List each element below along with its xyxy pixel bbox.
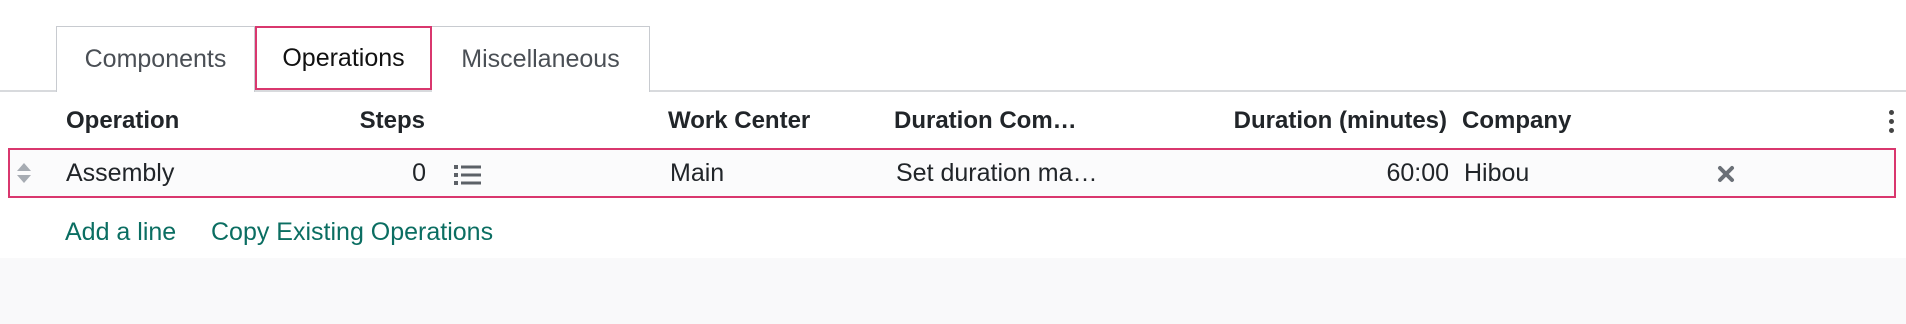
column-header-operation[interactable]: Operation <box>66 96 179 146</box>
add-line-link[interactable]: Add a line <box>65 212 176 252</box>
notebook-tabs: Components Operations Miscellaneous <box>0 0 1906 92</box>
column-header-work-center[interactable]: Work Center <box>668 96 810 146</box>
form-footer-area <box>0 258 1906 324</box>
cell-company[interactable]: Hibou <box>1464 150 1529 196</box>
tabs-divider <box>0 90 1906 92</box>
tab-components[interactable]: Components <box>56 26 255 92</box>
column-header-duration-minutes[interactable]: Duration (minutes) <box>1180 96 1447 146</box>
list-icon[interactable] <box>454 164 482 186</box>
tab-operations[interactable]: Operations <box>255 26 432 90</box>
cell-steps[interactable]: 0 <box>340 150 426 196</box>
cell-duration-computation[interactable]: Set duration ma… <box>896 150 1098 196</box>
drag-handle-icon[interactable] <box>16 162 32 184</box>
cell-duration-minutes[interactable]: 60:00 <box>1190 150 1449 196</box>
cell-work-center[interactable]: Main <box>670 150 724 196</box>
tab-miscellaneous[interactable]: Miscellaneous <box>432 26 650 92</box>
column-header-company[interactable]: Company <box>1462 96 1571 146</box>
copy-existing-operations-link[interactable]: Copy Existing Operations <box>211 212 493 252</box>
cell-operation[interactable]: Assembly <box>66 150 174 196</box>
column-header-duration-computation[interactable]: Duration Com… <box>894 96 1077 146</box>
kebab-menu-icon[interactable] <box>1888 110 1896 134</box>
column-header-steps[interactable]: Steps <box>300 96 425 146</box>
table-row[interactable]: Assembly 0 Main Set duration ma… 60:00 H… <box>8 148 1896 198</box>
remove-icon[interactable] <box>1716 164 1736 184</box>
table-header: Operation Steps Work Center Duration Com… <box>0 96 1906 146</box>
list-actions: Add a line Copy Existing Operations <box>0 212 1906 252</box>
